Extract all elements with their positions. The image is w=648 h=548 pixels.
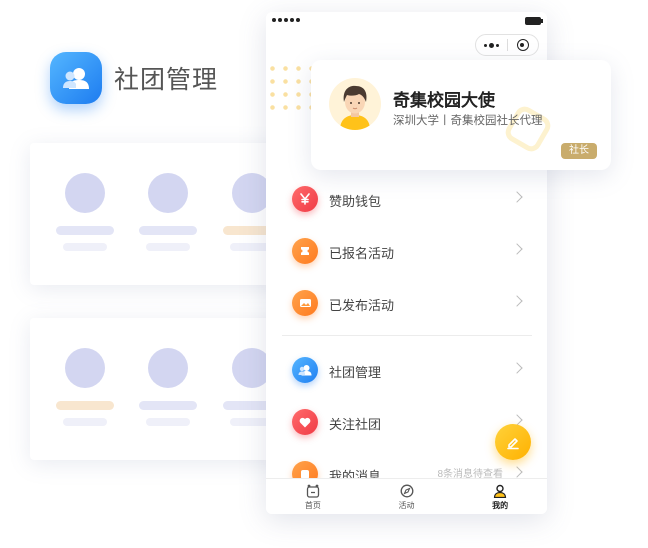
more-options-icon[interactable] xyxy=(476,42,507,48)
background-title-group: 社团管理 xyxy=(50,52,218,104)
menu-item-label: 赞助钱包 xyxy=(329,194,382,209)
tab-label: 活动 xyxy=(398,501,415,510)
role-badge: 社长 xyxy=(561,143,597,159)
chevron-right-icon xyxy=(511,362,523,374)
profile-school-role: 深圳大学丨奇集校园社长代理 xyxy=(393,115,543,127)
chevron-right-icon xyxy=(511,191,523,203)
background-title: 社团管理 xyxy=(114,66,219,94)
tab-home[interactable]: 首页 xyxy=(266,479,360,514)
club-logo-icon xyxy=(50,52,102,104)
background-card xyxy=(30,318,290,460)
menu-item-label: 已发布活动 xyxy=(329,298,395,313)
club-icon xyxy=(292,357,318,383)
menu-item-label: 关注社团 xyxy=(329,417,382,432)
chevron-right-icon xyxy=(511,295,523,307)
bottom-tab-bar: 首页 活动 我的 xyxy=(266,478,547,514)
battery-icon xyxy=(525,17,543,25)
profile-icon xyxy=(492,483,508,499)
tab-activities[interactable]: 活动 xyxy=(360,479,454,514)
decorative-shape xyxy=(502,103,554,155)
tab-label: 我的 xyxy=(492,501,509,510)
menu-item-label: 已报名活动 xyxy=(329,246,395,261)
menu-divider xyxy=(282,335,532,336)
profile-card[interactable]: 奇集校园大使 深圳大学丨奇集校园社长代理 社长 xyxy=(311,60,611,170)
edit-icon xyxy=(507,438,519,450)
status-bar xyxy=(266,12,547,32)
menu-item-published-activities[interactable]: 已发布活动 xyxy=(266,277,547,329)
menu-item-wallet[interactable]: 赞助钱包 xyxy=(266,173,547,225)
image-icon xyxy=(292,290,318,316)
profile-name: 奇集校园大使 xyxy=(393,91,495,110)
signal-icon xyxy=(272,18,300,22)
heart-icon xyxy=(292,409,318,435)
home-icon xyxy=(305,483,321,499)
avatar[interactable] xyxy=(329,78,381,130)
menu-item-club-management[interactable]: 社团管理 xyxy=(266,344,547,396)
yen-icon xyxy=(292,186,318,212)
placeholder-item xyxy=(138,348,198,426)
placeholder-item xyxy=(55,173,115,251)
menu-item-registered-activities[interactable]: 已报名活动 xyxy=(266,225,547,277)
background-card xyxy=(30,143,290,285)
ticket-icon xyxy=(292,238,318,264)
menu-item-label: 社团管理 xyxy=(329,365,382,380)
close-target-icon[interactable] xyxy=(508,39,539,51)
tab-mine[interactable]: 我的 xyxy=(453,479,547,514)
chevron-right-icon xyxy=(511,466,523,478)
edit-floating-button[interactable] xyxy=(495,424,531,460)
compass-icon xyxy=(399,483,415,499)
mini-program-capsule xyxy=(475,34,539,56)
placeholder-item xyxy=(138,173,198,251)
placeholder-item xyxy=(55,348,115,426)
tab-label: 首页 xyxy=(304,501,321,510)
chevron-right-icon xyxy=(511,243,523,255)
